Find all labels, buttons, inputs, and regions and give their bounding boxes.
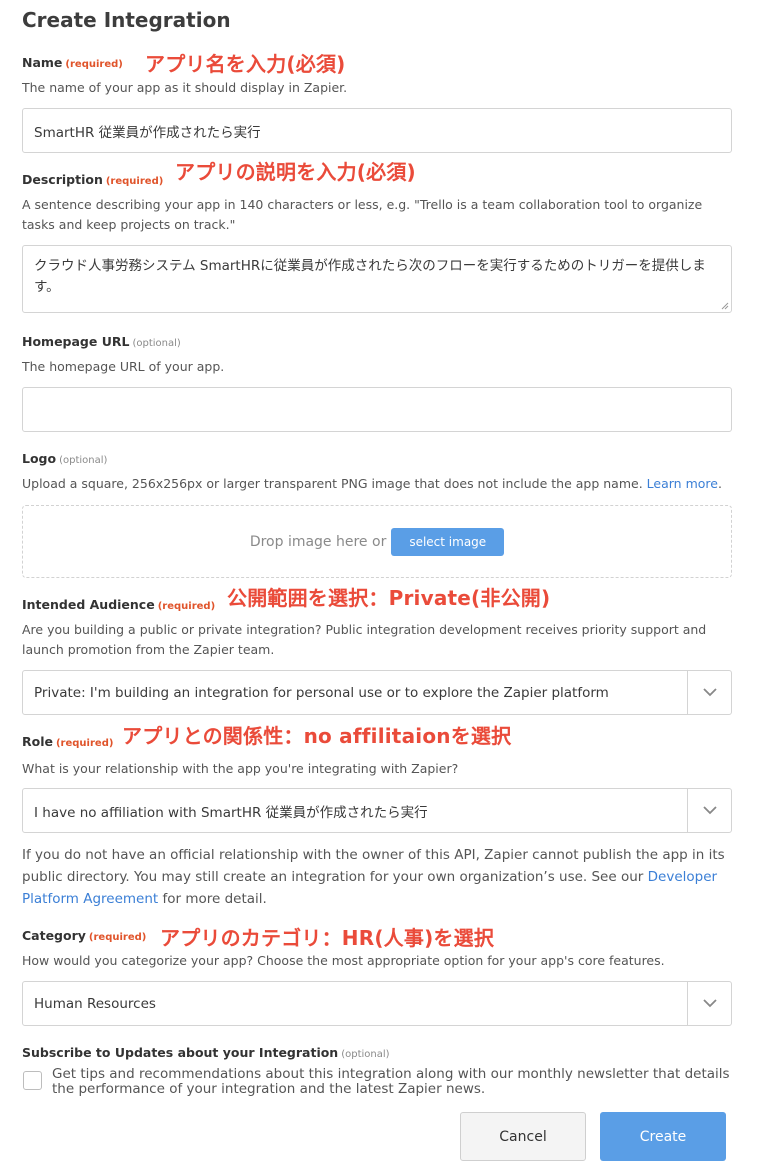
logo-optional-badge: (optional): [59, 455, 108, 466]
category-help: How would you categorize your app? Choos…: [22, 953, 665, 968]
role-select-value: I have no affiliation with SmartHR 従業員が作…: [34, 804, 428, 821]
category-annotation: アプリのカテゴリ：HR(人事)を選択: [160, 926, 495, 950]
select-image-button[interactable]: select image: [391, 527, 505, 556]
subscribe-optional-badge: (optional): [341, 1049, 390, 1060]
role-select[interactable]: I have no affiliation with SmartHR 従業員が作…: [22, 788, 732, 833]
description-textarea[interactable]: クラウド人事労務システム SmartHRに従業員が作成されたら次のフローを実行す…: [22, 245, 732, 313]
subscribe-text: Get tips and recommendations about this …: [52, 1066, 730, 1097]
role-label-text: Role: [22, 734, 53, 749]
category-label-text: Category: [22, 928, 86, 943]
category-label: Category (required): [22, 928, 146, 943]
learn-more-link[interactable]: Learn more: [647, 476, 718, 491]
name-required-badge: (required): [65, 59, 123, 70]
audience-label: Intended Audience (required): [22, 597, 215, 612]
name-input[interactable]: SmartHR 従業員が作成されたら実行: [22, 108, 732, 153]
homepage-help: The homepage URL of your app.: [22, 359, 225, 374]
chevron-down-icon[interactable]: [687, 982, 731, 1025]
chevron-down-icon[interactable]: [687, 671, 731, 714]
logo-label: Logo (optional): [22, 451, 107, 466]
role-label: Role (required): [22, 734, 113, 749]
audience-annotation: 公開範囲を選択：Private(非公開): [227, 586, 551, 610]
resize-handle-icon[interactable]: [721, 302, 729, 310]
description-label: Description (required): [22, 172, 163, 187]
subscribe-checkbox[interactable]: [23, 1071, 42, 1090]
name-input-value: SmartHR 従業員が作成されたら実行: [34, 124, 261, 141]
category-required-badge: (required): [88, 932, 147, 943]
homepage-url-input[interactable]: [22, 387, 732, 432]
logo-dropzone[interactable]: Drop image here or select image: [22, 505, 732, 578]
create-button[interactable]: Create: [600, 1112, 726, 1161]
logo-label-text: Logo: [22, 451, 57, 466]
logo-help-text: Upload a square, 256x256px or larger tra…: [22, 476, 643, 491]
name-help: The name of your app as it should displa…: [22, 80, 348, 95]
category-select[interactable]: Human Resources: [22, 981, 732, 1026]
role-annotation: アプリとの関係性：no affilitaionを選択: [122, 724, 512, 748]
dropzone-text: Drop image here or: [249, 533, 387, 550]
role-note-text: If you do not have an official relations…: [22, 847, 725, 885]
description-label-text: Description: [22, 172, 103, 187]
name-label: Name (required): [22, 55, 123, 70]
description-annotation: アプリの説明を入力(必須): [175, 160, 416, 184]
name-label-text: Name: [22, 55, 63, 70]
logo-help-end: .: [717, 476, 722, 491]
homepage-label: Homepage URL (optional): [22, 334, 181, 349]
category-select-value: Human Resources: [34, 995, 156, 1012]
homepage-label-text: Homepage URL: [22, 334, 130, 349]
homepage-optional-badge: (optional): [132, 338, 181, 349]
subscribe-label-text: Subscribe to Updates about your Integrat…: [22, 1045, 339, 1060]
description-help: A sentence describing your app in 140 ch…: [22, 197, 703, 232]
page-title: Create Integration: [22, 8, 231, 32]
audience-required-badge: (required): [157, 601, 216, 612]
audience-help: Are you building a public or private int…: [22, 622, 707, 657]
logo-help: Upload a square, 256x256px or larger tra…: [22, 474, 736, 494]
description-textarea-value: クラウド人事労務システム SmartHRに従業員が作成されたら次のフローを実行す…: [34, 258, 706, 295]
subscribe-label: Subscribe to Updates about your Integrat…: [22, 1045, 390, 1060]
name-annotation: アプリ名を入力(必須): [145, 52, 346, 76]
role-note: If you do not have an official relations…: [22, 844, 736, 910]
role-required-badge: (required): [55, 738, 114, 749]
role-help: What is your relationship with the app y…: [22, 761, 459, 776]
audience-select-value: Private: I'm building an integration for…: [34, 684, 609, 701]
cancel-button[interactable]: Cancel: [460, 1112, 586, 1161]
role-note-end: for more detail.: [162, 891, 267, 907]
audience-select[interactable]: Private: I'm building an integration for…: [22, 670, 732, 715]
description-required-badge: (required): [105, 176, 164, 187]
chevron-down-icon[interactable]: [687, 789, 731, 832]
audience-label-text: Intended Audience: [22, 597, 155, 612]
